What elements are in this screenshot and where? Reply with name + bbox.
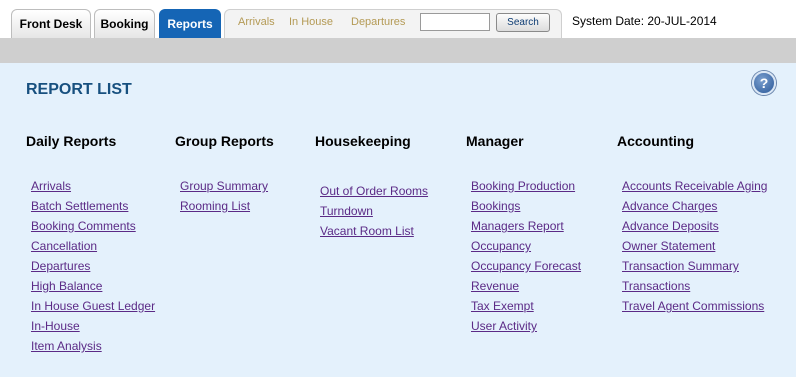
report-link-batch-settlements[interactable]: Batch Settlements	[31, 199, 128, 213]
report-link-transaction-summary[interactable]: Transaction Summary	[622, 259, 739, 273]
column-group-reports: Group Reports Group Summary Rooming List	[175, 133, 274, 213]
search-input[interactable]	[420, 13, 490, 31]
report-list: Accounts Receivable Aging Advance Charge…	[622, 176, 767, 316]
report-link-in-house[interactable]: In-House	[31, 319, 80, 333]
column-heading: Daily Reports	[26, 133, 117, 149]
report-link-accounts-receivable-aging[interactable]: Accounts Receivable Aging	[622, 179, 767, 193]
report-list: Booking Production Bookings Managers Rep…	[471, 176, 581, 336]
column-heading: Housekeeping	[315, 133, 411, 149]
subnav-in-house-link[interactable]: In House	[289, 16, 333, 28]
report-list: Arrivals Batch Settlements Booking Comme…	[31, 176, 155, 356]
report-link-travel-agent-commissions[interactable]: Travel Agent Commissions	[622, 299, 764, 313]
report-list: Group Summary Rooming List	[180, 176, 268, 216]
report-link-booking-production[interactable]: Booking Production	[471, 179, 575, 193]
column-manager: Manager Booking Production Bookings Mana…	[466, 133, 581, 333]
report-link-cancellation[interactable]: Cancellation	[31, 239, 97, 253]
report-link-arrivals[interactable]: Arrivals	[31, 179, 71, 193]
report-link-occupancy[interactable]: Occupancy	[471, 239, 531, 253]
column-heading: Accounting	[617, 133, 694, 149]
report-link-revenue[interactable]: Revenue	[471, 279, 519, 293]
report-link-owner-statement[interactable]: Owner Statement	[622, 239, 715, 253]
top-navigation: Front Desk Booking Reports Arrivals In H…	[0, 0, 796, 38]
tab-front-desk[interactable]: Front Desk	[11, 9, 91, 38]
column-housekeeping: Housekeeping Out of Order Rooms Turndown…	[315, 133, 428, 238]
report-link-tax-exempt[interactable]: Tax Exempt	[471, 299, 534, 313]
report-link-group-summary[interactable]: Group Summary	[180, 179, 268, 193]
report-link-item-analysis[interactable]: Item Analysis	[31, 339, 102, 353]
report-list-panel: REPORT LIST ? Daily Reports Arrivals Bat…	[0, 63, 796, 377]
report-link-rooming-list[interactable]: Rooming List	[180, 199, 250, 213]
report-link-in-house-guest-ledger[interactable]: In House Guest Ledger	[31, 299, 155, 313]
report-link-booking-comments[interactable]: Booking Comments	[31, 219, 136, 233]
column-heading: Group Reports	[175, 133, 274, 149]
tab-booking[interactable]: Booking	[94, 9, 155, 38]
column-heading: Manager	[466, 133, 524, 149]
report-link-departures[interactable]: Departures	[31, 259, 90, 273]
column-accounting: Accounting Accounts Receivable Aging Adv…	[617, 133, 767, 313]
toolbar-strip	[0, 38, 796, 63]
search-button[interactable]: Search	[496, 13, 550, 32]
subnav-arrivals-link[interactable]: Arrivals	[238, 16, 275, 28]
report-link-vacant-room-list[interactable]: Vacant Room List	[320, 224, 414, 238]
report-link-user-activity[interactable]: User Activity	[471, 319, 537, 333]
page-title: REPORT LIST	[26, 81, 132, 98]
report-link-managers-report[interactable]: Managers Report	[471, 219, 564, 233]
tab-reports[interactable]: Reports	[159, 9, 221, 38]
report-link-advance-deposits[interactable]: Advance Deposits	[622, 219, 719, 233]
report-link-out-of-order-rooms[interactable]: Out of Order Rooms	[320, 184, 428, 198]
subnav-departures-link[interactable]: Departures	[351, 16, 405, 28]
report-link-high-balance[interactable]: High Balance	[31, 279, 102, 293]
sub-navigation: Arrivals In House Departures Search	[224, 9, 562, 38]
report-link-advance-charges[interactable]: Advance Charges	[622, 199, 717, 213]
system-date: System Date: 20-JUL-2014	[572, 14, 717, 28]
help-icon[interactable]: ?	[752, 71, 776, 95]
report-link-turndown[interactable]: Turndown	[320, 204, 373, 218]
report-link-bookings[interactable]: Bookings	[471, 199, 520, 213]
report-list: Out of Order Rooms Turndown Vacant Room …	[320, 181, 428, 241]
report-link-occupancy-forecast[interactable]: Occupancy Forecast	[471, 259, 581, 273]
report-link-transactions[interactable]: Transactions	[622, 279, 690, 293]
column-daily-reports: Daily Reports Arrivals Batch Settlements…	[26, 133, 155, 353]
